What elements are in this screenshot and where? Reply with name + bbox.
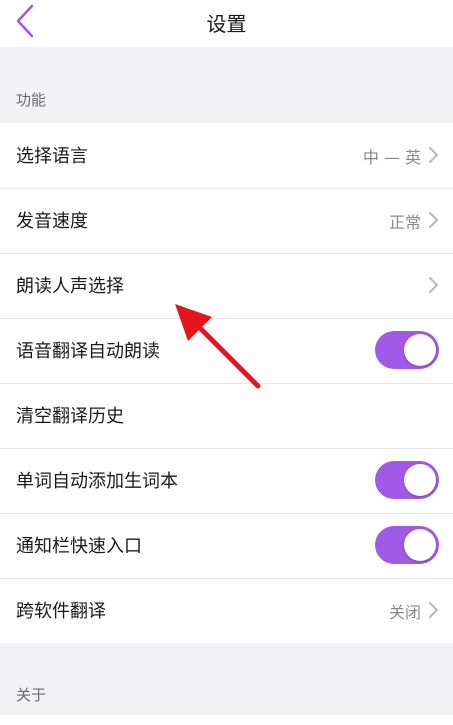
chevron-right-icon	[429, 212, 438, 228]
row-cross-app[interactable]: 跨软件翻译 关闭	[0, 578, 453, 643]
section-header-about: 关于	[16, 686, 47, 704]
row-label: 跨软件翻译	[16, 601, 106, 622]
row-label: 选择语言	[16, 146, 88, 167]
auto-read-toggle[interactable]	[375, 331, 439, 369]
row-select-language[interactable]: 选择语言 中 — 英	[0, 123, 453, 188]
row-value: 正常	[388, 213, 421, 232]
about-group-edge	[0, 715, 453, 725]
navigation-bar: 设置	[0, 0, 453, 47]
row-voice-select[interactable]: 朗读人声选择	[0, 253, 453, 318]
row-value: 中 — 英	[362, 148, 421, 167]
row-label: 单词自动添加生词本	[16, 471, 178, 492]
row-speech-rate[interactable]: 发音速度 正常	[0, 188, 453, 253]
notify-bar-toggle[interactable]	[375, 526, 439, 564]
section-header-function: 功能	[16, 91, 47, 109]
page-title: 设置	[206, 12, 247, 36]
settings-group-function: 选择语言 中 — 英 发音速度 正常 朗读人声选择 语音翻译自动朗读 清空翻译历…	[0, 123, 453, 643]
row-auto-add-words: 单词自动添加生词本	[0, 448, 453, 513]
row-notify-bar: 通知栏快速入口	[0, 513, 453, 578]
row-label: 清空翻译历史	[16, 406, 124, 427]
toggle-knob	[404, 529, 436, 561]
row-clear-history[interactable]: 清空翻译历史	[0, 383, 453, 448]
row-auto-read: 语音翻译自动朗读	[0, 318, 453, 383]
row-label: 语音翻译自动朗读	[16, 341, 160, 362]
chevron-right-icon	[429, 602, 438, 618]
row-label: 发音速度	[16, 211, 88, 232]
row-label: 朗读人声选择	[16, 276, 124, 297]
row-label: 通知栏快速入口	[16, 536, 142, 557]
chevron-right-icon	[429, 277, 438, 293]
toggle-knob	[404, 334, 436, 366]
chevron-right-icon	[429, 147, 438, 163]
auto-add-words-toggle[interactable]	[375, 461, 439, 499]
toggle-knob	[404, 464, 436, 496]
row-value: 关闭	[388, 603, 421, 622]
